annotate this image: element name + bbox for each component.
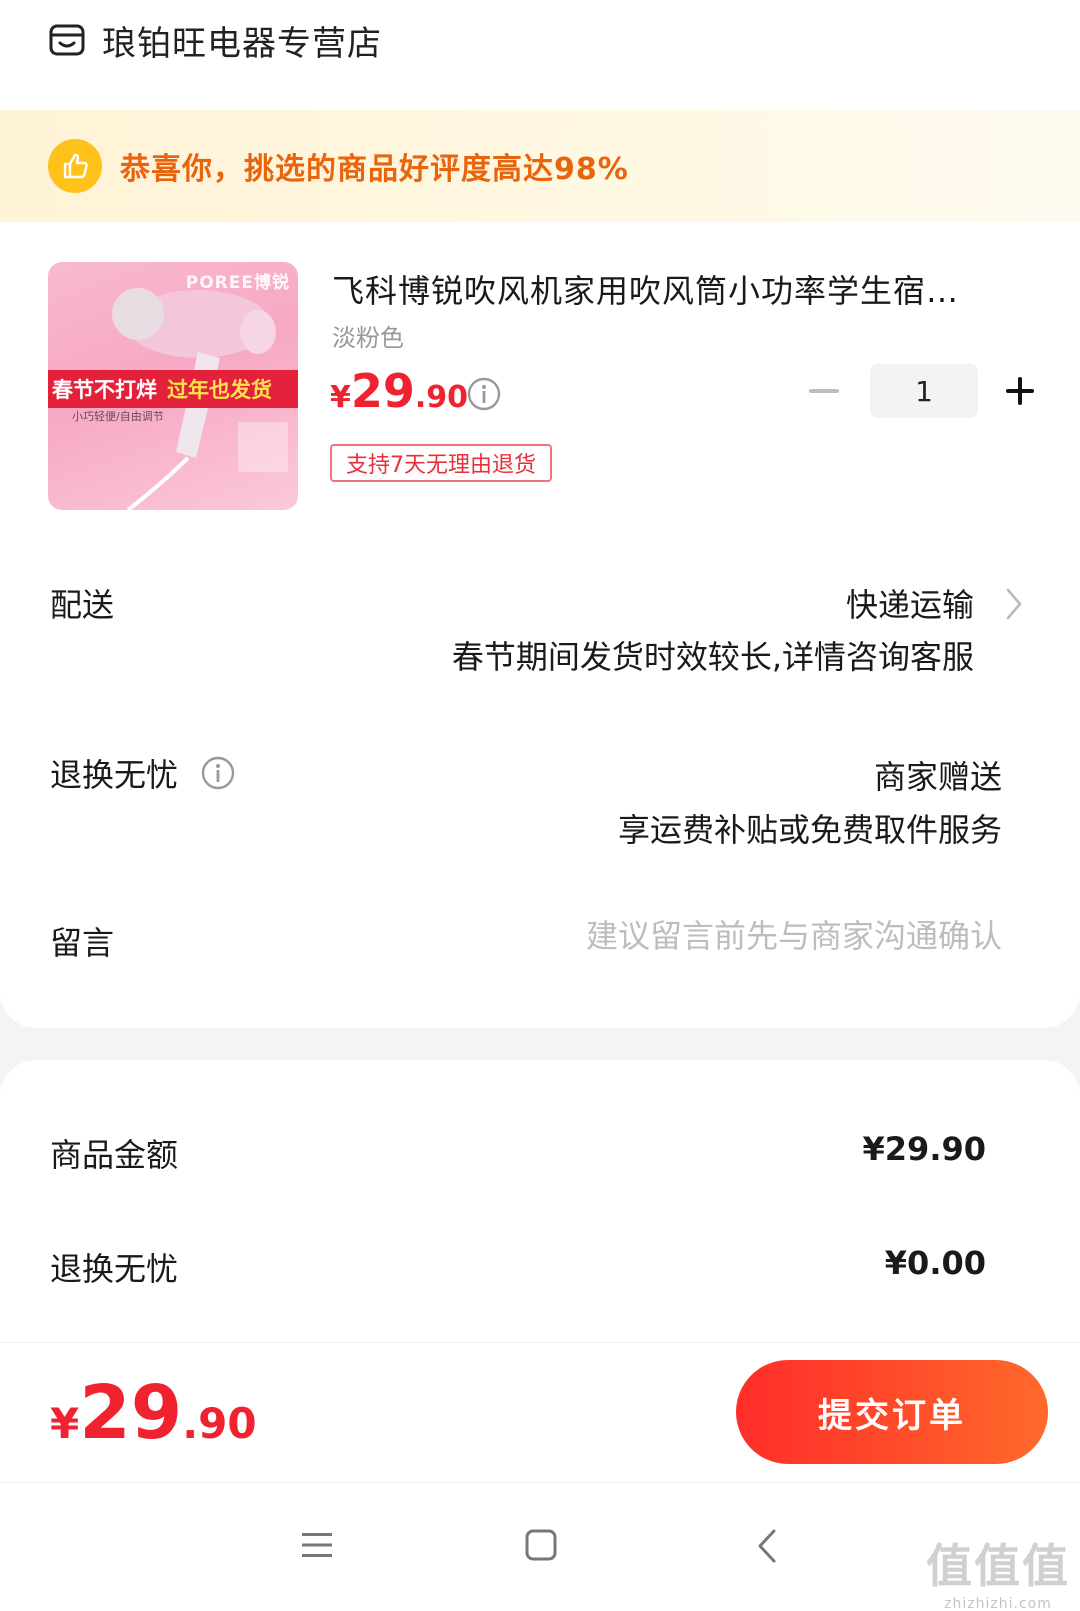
order-confirm-page: 琅铂旺电器专营店 恭喜你，挑选的商品好评度高达98% POREE博锐 春节不打烊… (0, 0, 1080, 1611)
product-price: ¥ 29 .90 (330, 364, 468, 418)
increase-button[interactable] (1000, 364, 1040, 418)
message-label: 留言 (50, 924, 115, 962)
chevron-right-icon[interactable] (1004, 586, 1024, 622)
shipping-method[interactable]: 快递运输 (846, 580, 974, 626)
return-policy-tag: 支持7天无理由退货 (330, 444, 552, 482)
decrease-button[interactable] (804, 364, 844, 418)
product-brand-mark: POREE博锐 (185, 273, 290, 293)
price-info-icon[interactable] (466, 376, 502, 412)
quantity-value[interactable]: 1 (870, 364, 978, 418)
thumbs-up-icon (48, 139, 102, 193)
ribbon-text-left: 春节不打烊 (52, 378, 157, 402)
rating-banner: 恭喜你，挑选的商品好评度高达98% (0, 110, 1080, 222)
worry-free-fee-value: ¥0.00 (884, 1244, 986, 1282)
promo-ribbon: 春节不打烊 过年也发货 (48, 370, 298, 408)
price-decimal: .90 (414, 380, 469, 415)
product-variant[interactable]: 淡粉色 (332, 318, 404, 353)
banner-text: 恭喜你，挑选的商品好评度高达98% (120, 152, 629, 187)
watermark-url: zhizhizhi.com (944, 1596, 1052, 1611)
ribbon-text-right: 过年也发货 (167, 378, 272, 402)
goods-amount-value: ¥29.90 (862, 1130, 986, 1168)
info-icon[interactable] (200, 755, 236, 791)
price-summary-card (0, 1060, 1080, 1360)
watermark-logo: 值值值 (926, 1539, 1070, 1593)
watermark: 值值值 zhizhizhi.com (926, 1530, 1070, 1611)
submit-order-button[interactable]: 提交订单 (736, 1360, 1048, 1464)
back-icon[interactable] (756, 1528, 778, 1564)
worry-free-label: 退换无忧 (50, 756, 179, 794)
product-title[interactable]: 飞科博锐吹风机家用吹风筒小功率学生宿… (332, 266, 1022, 312)
goods-amount-label: 商品金额 (50, 1136, 179, 1174)
total-decimal: .90 (182, 1399, 257, 1448)
quantity-stepper: 1 (804, 364, 1040, 418)
minus-icon (809, 389, 839, 393)
message-input[interactable] (420, 912, 1002, 960)
store-name: 琅铂旺电器专营店 (102, 23, 382, 64)
worry-free-value: 商家赠送 (873, 758, 1002, 796)
home-icon[interactable] (524, 1528, 558, 1562)
total-integer: 29 (79, 1370, 183, 1456)
product-image-subtext: 小巧轻便/自由调节 (72, 410, 164, 423)
worry-free-row-label: 退换无忧 (50, 750, 236, 796)
price-currency: ¥ (330, 380, 351, 415)
shipping-label: 配送 (50, 586, 115, 624)
total-price: ¥ 29 .90 (50, 1370, 257, 1456)
store-header[interactable]: 琅铂旺电器专营店 (48, 18, 382, 64)
price-integer: 29 (350, 364, 415, 418)
shop-icon (49, 24, 85, 56)
worry-free-fee-label: 退换无忧 (50, 1250, 179, 1288)
total-currency: ¥ (50, 1399, 80, 1448)
menu-icon[interactable] (300, 1530, 334, 1560)
product-image[interactable]: POREE博锐 春节不打烊 过年也发货 小巧轻便/自由调节 (48, 262, 298, 510)
worry-free-note: 享运费补贴或免费取件服务 (617, 811, 1002, 849)
shipping-note: 春节期间发货时效较长,详情咨询客服 (451, 638, 974, 676)
